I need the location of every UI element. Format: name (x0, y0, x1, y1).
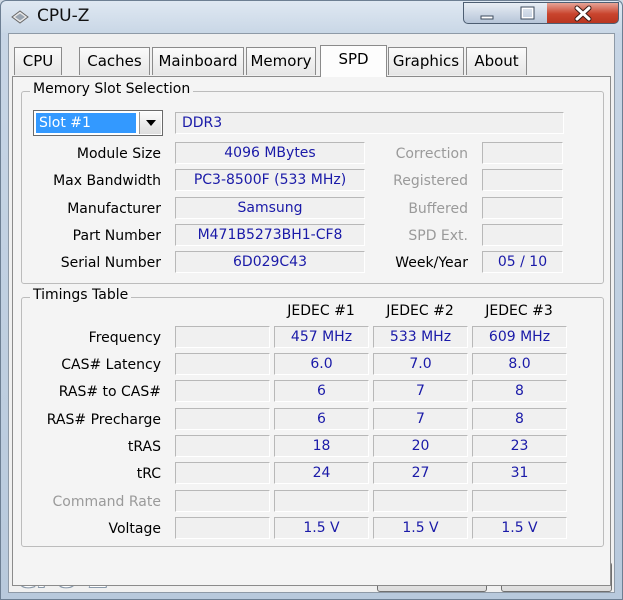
registered-label: Registered (393, 173, 468, 189)
voltage-jedec-1-field: 1.5 V (274, 517, 369, 539)
command-rate-jedec-3-field (472, 490, 567, 512)
max-bandwidth-label: Max Bandwidth (53, 173, 161, 189)
voltage-label: Voltage (108, 521, 161, 537)
week-year-label: Week/Year (395, 255, 468, 271)
module-size-label: Module Size (76, 146, 161, 162)
cas-latency-current-field (175, 353, 270, 375)
jedec-3-header: JEDEC #3 (485, 303, 553, 319)
ras-to-cas-jedec-2-field: 7 (373, 380, 468, 402)
trc-jedec-3-field: 31 (472, 462, 567, 484)
ras-precharge-current-field (175, 408, 270, 430)
manufacturer-field: Samsung (175, 197, 365, 219)
cas-latency-jedec-1-field: 6.0 (274, 353, 369, 375)
tras-jedec-2-field: 20 (373, 435, 468, 457)
ras-precharge-jedec-2-field: 7 (373, 408, 468, 430)
cas-latency-jedec-2-field: 7.0 (373, 353, 468, 375)
ras-to-cas-label: RAS# to CAS# (58, 384, 161, 400)
dropdown-arrow-icon (146, 120, 156, 126)
maximize-button[interactable] (508, 2, 548, 24)
spd-ext-field (482, 224, 563, 246)
maximize-icon (520, 6, 535, 20)
minimize-button[interactable] (463, 2, 509, 24)
frequency-jedec-2-field: 533 MHz (373, 326, 468, 348)
tras-label: tRAS (127, 439, 161, 455)
close-button[interactable] (547, 2, 619, 24)
title-bar[interactable]: CPU-Z (1, 1, 622, 33)
close-icon (574, 5, 592, 22)
part-number-field: M471B5273BH1-CF8 (175, 224, 365, 246)
buffered-field (482, 197, 563, 219)
ras-to-cas-jedec-1-field: 6 (274, 380, 369, 402)
command-rate-jedec-1-field (274, 490, 369, 512)
manufacturer-label: Manufacturer (67, 201, 161, 217)
ras-to-cas-current-field (175, 380, 270, 402)
week-year-field: 05 / 10 (482, 251, 563, 273)
tras-current-field (175, 435, 270, 457)
registered-field (482, 169, 563, 191)
trc-jedec-1-field: 24 (274, 462, 369, 484)
trc-label: tRC (136, 466, 161, 482)
buffered-label: Buffered (408, 201, 468, 217)
trc-jedec-2-field: 27 (373, 462, 468, 484)
spd-panel-content: Memory Slot Selection Slot #1 DDR3 Modul… (9, 34, 614, 592)
module-size-field: 4096 MBytes (175, 142, 365, 164)
command-rate-label: Command Rate (52, 494, 161, 510)
main-content: CPU Caches Mainboard Memory SPD Graphics… (8, 33, 615, 593)
correction-label: Correction (395, 146, 468, 162)
max-bandwidth-field: PC3-8500F (533 MHz) (175, 169, 365, 191)
ras-precharge-label: RAS# Precharge (46, 412, 161, 428)
correction-field (482, 142, 563, 164)
slot-dropdown[interactable]: Slot #1 (33, 110, 163, 136)
ras-to-cas-jedec-3-field: 8 (472, 380, 567, 402)
command-rate-current-field (175, 490, 270, 512)
jedec-2-header: JEDEC #2 (386, 303, 454, 319)
serial-number-label: Serial Number (60, 255, 161, 271)
part-number-label: Part Number (72, 228, 161, 244)
tras-jedec-3-field: 23 (472, 435, 567, 457)
tras-jedec-1-field: 18 (274, 435, 369, 457)
timings-table-group-title: Timings Table (30, 287, 132, 303)
minimize-icon (480, 15, 494, 20)
cas-latency-label: CAS# Latency (61, 357, 161, 373)
cpuz-app-icon (11, 10, 29, 24)
trc-current-field (175, 462, 270, 484)
voltage-jedec-3-field: 1.5 V (472, 517, 567, 539)
slot-dropdown-button[interactable] (139, 112, 161, 134)
command-rate-jedec-2-field (373, 490, 468, 512)
frequency-jedec-3-field: 609 MHz (472, 326, 567, 348)
jedec-1-header: JEDEC #1 (287, 303, 355, 319)
frequency-current-field (175, 326, 270, 348)
spd-ext-label: SPD Ext. (408, 228, 468, 244)
slot-dropdown-value: Slot #1 (36, 113, 136, 133)
window-title: CPU-Z (37, 6, 90, 26)
voltage-current-field (175, 517, 270, 539)
voltage-jedec-2-field: 1.5 V (373, 517, 468, 539)
ras-precharge-jedec-1-field: 6 (274, 408, 369, 430)
cpuz-window: CPU-Z CPU Caches Mainboard Memory SPD Gr… (0, 0, 623, 600)
memory-slot-group-title: Memory Slot Selection (30, 81, 194, 97)
ras-precharge-jedec-3-field: 8 (472, 408, 567, 430)
cas-latency-jedec-3-field: 8.0 (472, 353, 567, 375)
frequency-label: Frequency (88, 330, 161, 346)
serial-number-field: 6D029C43 (175, 251, 365, 273)
memory-type-field: DDR3 (175, 112, 564, 134)
frequency-jedec-1-field: 457 MHz (274, 326, 369, 348)
